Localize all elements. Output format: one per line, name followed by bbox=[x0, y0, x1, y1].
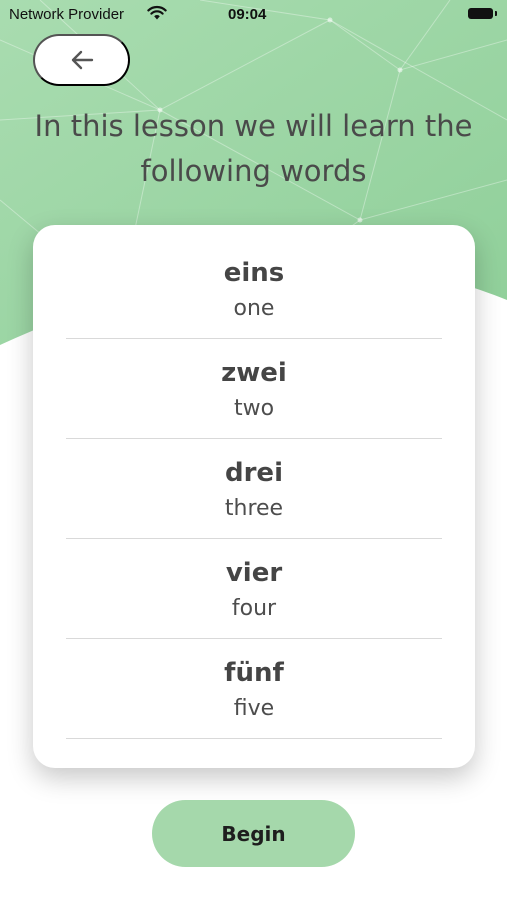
word-item: eins one bbox=[66, 239, 442, 339]
word-german: eins bbox=[223, 258, 285, 288]
word-list: eins one zwei two drei three vier four f… bbox=[66, 239, 442, 739]
word-german: fünf bbox=[224, 658, 284, 688]
status-time: 09:04 bbox=[228, 6, 267, 23]
word-english: five bbox=[233, 696, 275, 721]
arrow-left-icon bbox=[71, 50, 93, 70]
word-english: three bbox=[224, 496, 284, 521]
wifi-icon bbox=[147, 5, 167, 20]
carrier-label: Network Provider bbox=[9, 6, 125, 23]
back-button[interactable] bbox=[33, 34, 130, 86]
word-english: four bbox=[231, 596, 277, 621]
word-card: eins one zwei two drei three vier four f… bbox=[33, 225, 475, 768]
status-bar: Network Provider 09:04 bbox=[0, 0, 507, 30]
lesson-title: In this lesson we will learn the followi… bbox=[34, 109, 473, 188]
word-item: zwei two bbox=[66, 339, 442, 439]
word-german: zwei bbox=[221, 358, 287, 388]
battery-icon bbox=[468, 8, 497, 19]
begin-button[interactable]: Begin bbox=[152, 800, 355, 867]
word-german: vier bbox=[225, 558, 283, 588]
word-item: fünf five bbox=[66, 639, 442, 739]
word-german: drei bbox=[225, 458, 283, 488]
word-english: one bbox=[233, 296, 275, 321]
word-item: drei three bbox=[66, 439, 442, 539]
word-english: two bbox=[233, 396, 275, 421]
word-item: vier four bbox=[66, 539, 442, 639]
